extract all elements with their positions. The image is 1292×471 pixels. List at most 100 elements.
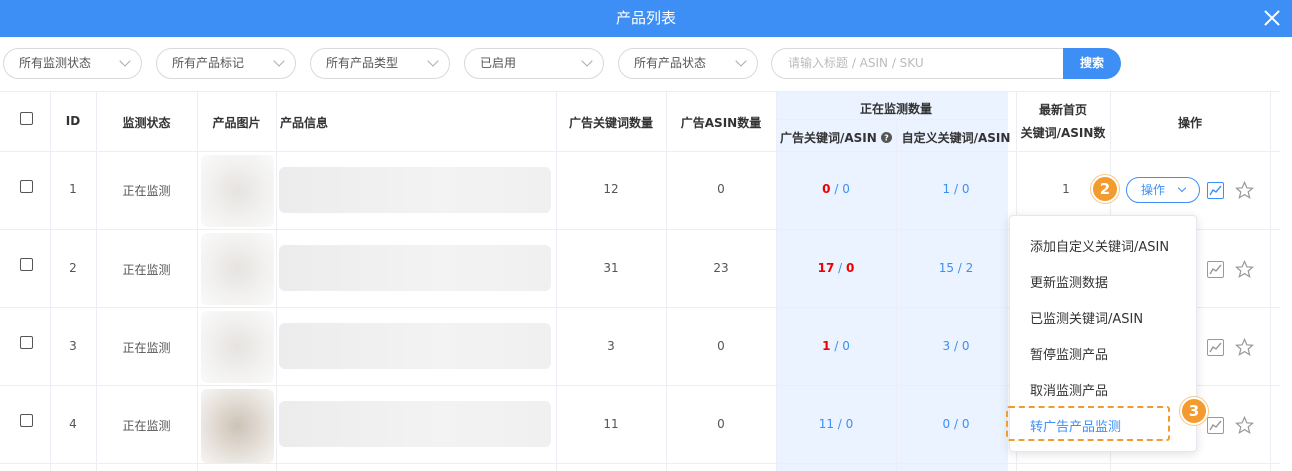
slash: /	[830, 339, 843, 353]
menu-item-add-custom-keyword[interactable]: 添加自定义关键词/ASIN	[1030, 236, 1169, 255]
chart-icon[interactable]	[1207, 339, 1224, 356]
menu-item-cancel-monitoring[interactable]: 取消监测产品	[1030, 380, 1108, 399]
select-all-checkbox[interactable]	[20, 112, 33, 125]
row-custom-kw-asin[interactable]: 15 / 2	[896, 261, 1016, 275]
row-status: 正在监测	[122, 419, 171, 433]
product-state-select[interactable]: 所有产品状态	[618, 48, 758, 79]
col-ad-kw-asin: 广告关键词/ASIN ?	[776, 129, 896, 146]
row-custom-kw-asin[interactable]: 0 / 0	[896, 417, 1016, 431]
row-ad-kw-asin[interactable]: 11 / 0	[776, 417, 896, 431]
col-monitoring-count: 正在监测数量	[859, 102, 932, 116]
filter-bar: 所有监测状态 所有产品标记 所有产品类型 已启用 所有产品状态 请输入标题 / …	[0, 48, 1292, 79]
menu-item-monitored-keywords[interactable]: 已监测关键词/ASIN	[1030, 308, 1143, 327]
slash: /	[834, 261, 846, 275]
row-checkbox[interactable]	[20, 414, 33, 427]
chart-icon[interactable]	[1207, 417, 1224, 434]
enabled-select-label: 已启用	[480, 56, 517, 70]
col-monitor-status: 监测状态	[122, 116, 171, 130]
search-button[interactable]: 搜索	[1063, 48, 1121, 79]
custom-asin-value: 0	[961, 417, 970, 431]
chevron-down-icon	[581, 55, 593, 67]
chevron-down-icon	[427, 55, 439, 67]
step-badge-3: 3	[1180, 397, 1208, 425]
monitor-status-select[interactable]: 所有监测状态	[3, 48, 142, 79]
col-product-image: 产品图片	[212, 116, 261, 130]
ad-asin-value: 0	[842, 339, 850, 353]
close-icon[interactable]	[1262, 8, 1282, 28]
product-info	[279, 167, 551, 213]
enabled-select[interactable]: 已启用	[464, 48, 604, 79]
monitor-status-select-label: 所有监测状态	[19, 56, 92, 70]
row-ad-kw-asin[interactable]: 1 / 0	[776, 339, 896, 353]
product-image	[201, 233, 274, 305]
col-actions: 操作	[1177, 116, 1202, 130]
row-ad-kw-asin[interactable]: 17 / 0	[776, 261, 896, 275]
col-ad-keyword-count: 广告关键词数量	[568, 116, 653, 130]
col-latest-top-line1: 最新首页	[1038, 103, 1087, 117]
chevron-down-icon	[735, 55, 747, 67]
row-custom-kw-asin[interactable]: 1 / 0	[896, 182, 1016, 196]
ad-kw-value: 1	[822, 339, 831, 353]
menu-item-pause-monitoring[interactable]: 暂停监测产品	[1030, 344, 1108, 363]
help-icon[interactable]: ?	[881, 132, 892, 143]
menu-item-update-data[interactable]: 更新监测数据	[1030, 272, 1108, 291]
star-icon[interactable]	[1235, 260, 1254, 279]
ops-dropdown-button[interactable]: 操作	[1126, 177, 1200, 203]
product-image	[201, 155, 274, 227]
col-ad-asin-count: 广告ASIN数量	[680, 116, 762, 130]
chevron-down-icon	[1177, 183, 1187, 193]
row-ad-keyword-count: 12	[603, 182, 619, 196]
slash: /	[833, 417, 846, 431]
row-ad-kw-asin[interactable]: 0 / 0	[776, 182, 896, 196]
svg-text:?: ?	[884, 134, 889, 143]
ad-kw-value: 11	[818, 417, 834, 431]
product-type-select-label: 所有产品类型	[326, 56, 399, 70]
product-tag-select[interactable]: 所有产品标记	[156, 48, 296, 79]
search-input[interactable]: 请输入标题 / ASIN / SKU	[771, 48, 1063, 79]
slash: /	[950, 182, 962, 196]
custom-kw-value: 3	[942, 339, 951, 353]
window-titlebar: 产品列表	[0, 0, 1292, 37]
product-info	[279, 323, 551, 369]
row-ad-keyword-count: 31	[603, 261, 619, 275]
row-ad-keyword-count: 3	[607, 339, 615, 353]
custom-asin-value: 2	[965, 261, 974, 275]
row-custom-kw-asin[interactable]: 3 / 0	[896, 339, 1016, 353]
ops-button-label: 操作	[1141, 183, 1166, 197]
product-image	[201, 311, 274, 383]
row-checkbox[interactable]	[20, 258, 33, 271]
row-status: 正在监测	[122, 341, 171, 355]
row-status: 正在监测	[122, 263, 171, 277]
chart-icon[interactable]	[1207, 261, 1224, 278]
col-ad-kw-asin-label: 广告关键词/ASIN	[779, 131, 877, 145]
window-title: 产品列表	[615, 9, 676, 27]
star-icon[interactable]	[1235, 338, 1254, 357]
ad-asin-value: 0	[846, 261, 855, 275]
row-id: 1	[69, 182, 77, 196]
custom-kw-value: 0	[942, 417, 951, 431]
row-checkbox[interactable]	[20, 180, 33, 193]
col-id: ID	[65, 114, 81, 128]
product-type-select[interactable]: 所有产品类型	[310, 48, 450, 79]
custom-asin-value: 0	[961, 182, 970, 196]
slash: /	[953, 261, 966, 275]
row-id: 3	[69, 339, 77, 353]
row-ad-asin-count: 0	[717, 417, 725, 431]
product-tag-select-label: 所有产品标记	[172, 56, 245, 70]
monitoring-columns-bg	[776, 91, 1008, 471]
slash: /	[830, 182, 843, 196]
ad-asin-value: 0	[845, 417, 854, 431]
ad-kw-value: 0	[822, 182, 831, 196]
col-custom-kw-asin: 自定义关键词/ASIN	[901, 131, 1011, 145]
chart-icon[interactable]	[1207, 182, 1224, 199]
product-image	[201, 389, 274, 463]
row-checkbox[interactable]	[20, 336, 33, 349]
chevron-down-icon	[119, 55, 131, 67]
slash: /	[950, 417, 962, 431]
step-badge-2: 2	[1091, 175, 1119, 203]
ad-asin-value: 0	[842, 182, 850, 196]
product-state-select-label: 所有产品状态	[634, 56, 707, 70]
star-icon[interactable]	[1235, 181, 1254, 200]
product-info	[279, 245, 551, 291]
star-icon[interactable]	[1235, 416, 1254, 435]
